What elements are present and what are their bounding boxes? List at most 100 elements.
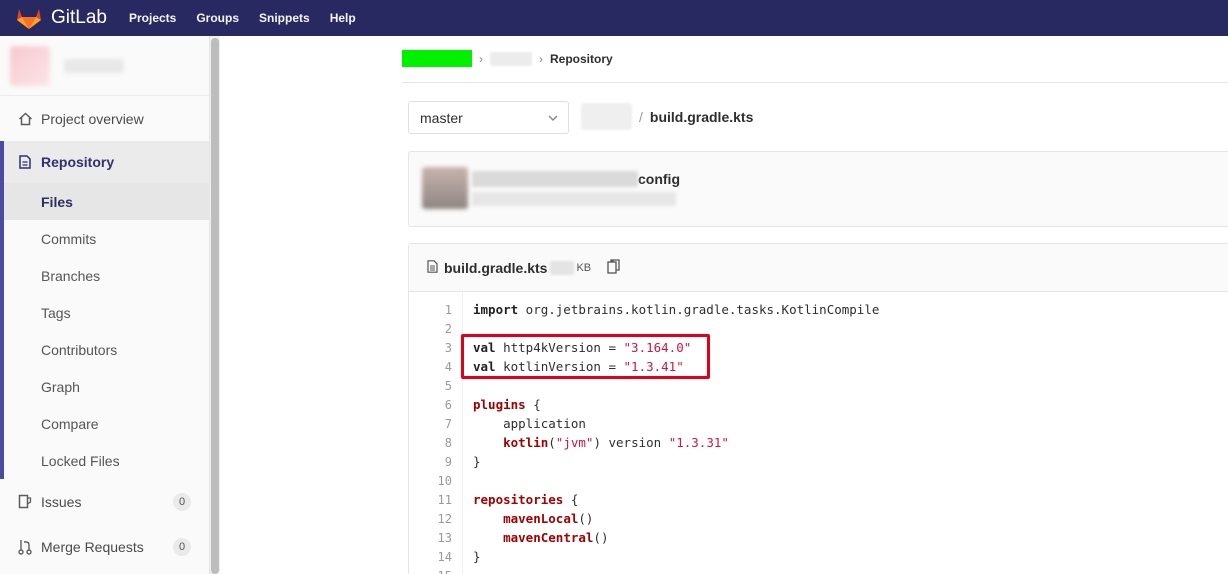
line-number[interactable]: 1 (409, 303, 452, 317)
nav-help[interactable]: Help (330, 11, 356, 25)
scrollbar-thumb[interactable] (211, 38, 219, 574)
line-number[interactable]: 9 (409, 455, 452, 469)
sidebar-item-project-overview[interactable]: Project overview (0, 96, 209, 141)
path-root-redacted[interactable] (581, 103, 632, 130)
line-number[interactable]: 2 (409, 322, 452, 336)
sidebar-subitem-locked-files[interactable]: Locked Files (4, 442, 209, 479)
chevron-down-icon (548, 113, 558, 124)
project-header[interactable] (0, 36, 209, 96)
path-file-name[interactable]: build.gradle.kts (650, 109, 753, 125)
commit-meta-redacted (472, 192, 676, 206)
code-token: application (473, 416, 586, 431)
chevron-right-icon: › (479, 51, 483, 66)
code-token: "jvm" (555, 435, 594, 450)
path-separator: / (639, 108, 643, 125)
code-token: () (578, 511, 594, 526)
line-number[interactable]: 13 (409, 531, 452, 545)
commit-title-row: config (472, 171, 680, 187)
code-token: mavenCentral (503, 530, 594, 545)
code-text: mavenCentral() (452, 530, 608, 545)
sidebar: Project overview Repository Files Commit… (0, 36, 210, 574)
copy-icon[interactable] (607, 258, 620, 277)
line-number[interactable]: 11 (409, 493, 452, 507)
merge-request-icon (17, 539, 33, 555)
line-number[interactable]: 7 (409, 417, 452, 431)
commit-title-redacted (472, 171, 638, 187)
code-token: mavenLocal (503, 511, 579, 526)
code-line: 11 repositories { (409, 490, 1228, 509)
code-text: repositories { (452, 492, 578, 507)
chevron-right-icon: › (539, 51, 543, 66)
merge-requests-count-badge: 0 (173, 537, 191, 556)
code-token: plugins (473, 397, 526, 412)
code-token: { (563, 492, 579, 507)
line-number[interactable]: 6 (409, 398, 452, 412)
sidebar-subitem-files[interactable]: Files (4, 183, 209, 220)
line-number[interactable]: 15 (409, 569, 452, 574)
branch-dropdown[interactable]: master (408, 101, 569, 134)
code-line: 14} (409, 547, 1228, 566)
sidebar-scrollbar[interactable] (210, 36, 220, 574)
document-icon (17, 154, 33, 170)
breadcrumb-divider (402, 82, 1228, 83)
code-line: 8 kotlin("jvm") version "1.3.31" (409, 433, 1228, 452)
sidebar-item-merge-requests[interactable]: Merge Requests 0 (0, 524, 209, 569)
nav-groups[interactable]: Groups (196, 11, 239, 25)
file-icon (427, 259, 438, 276)
sidebar-subitem-contributors[interactable]: Contributors (4, 331, 209, 368)
sidebar-subitem-compare[interactable]: Compare (4, 405, 209, 442)
sidebar-item-label: Merge Requests (41, 538, 144, 555)
line-number[interactable]: 4 (409, 360, 452, 374)
repository-submenu: Files Commits Branches Tags Contributors… (0, 183, 209, 479)
sidebar-subitem-branches[interactable]: Branches (4, 257, 209, 294)
project-avatar (10, 45, 50, 86)
gitlab-logo-icon (17, 9, 41, 29)
code-line: 6 plugins { (409, 395, 1228, 414)
project-name-redacted (64, 58, 124, 73)
code-token: { (525, 397, 541, 412)
breadcrumb-project-redacted[interactable] (490, 51, 532, 66)
nav-links: Projects Groups Snippets Help (129, 11, 376, 25)
commit-author-avatar[interactable] (422, 167, 468, 209)
code-text: kotlin("jvm") version "1.3.31" (452, 435, 729, 450)
annotation-highlight-box (461, 334, 710, 379)
breadcrumb-current[interactable]: Repository (550, 52, 613, 66)
sidebar-subitem-graph[interactable]: Graph (4, 368, 209, 405)
code-token: } (473, 549, 481, 564)
code-text: } (452, 549, 481, 564)
breadcrumb-group-redacted[interactable] (402, 50, 472, 67)
code-token: ) version (593, 435, 669, 450)
file-viewer: build.gradle.kts KB 1 import org.jetbrain… (408, 243, 1228, 574)
file-name: build.gradle.kts (444, 259, 548, 276)
code-line: 10 (409, 471, 1228, 490)
line-number[interactable]: 14 (409, 550, 452, 564)
code-token: } (473, 454, 481, 469)
code-text: import org.jetbrains.kotlin.gradle.tasks… (452, 302, 879, 317)
code-line: 12 mavenLocal() (409, 509, 1228, 528)
nav-projects[interactable]: Projects (129, 11, 176, 25)
code-token: import (473, 302, 519, 317)
line-number[interactable]: 3 (409, 341, 452, 355)
code-line: 9} (409, 452, 1228, 471)
code-line: 15 (409, 566, 1228, 574)
file-size-redacted (550, 260, 575, 275)
code-token: "1.3.31" (668, 435, 729, 450)
code-token: org.jetbrains.kotlin.gradle.tasks.Kotlin… (518, 302, 880, 317)
line-number[interactable]: 12 (409, 512, 452, 526)
line-number[interactable]: 8 (409, 436, 452, 450)
sidebar-subitem-commits[interactable]: Commits (4, 220, 209, 257)
line-number[interactable]: 5 (409, 379, 452, 393)
sidebar-item-repository[interactable]: Repository (0, 141, 209, 183)
gitlab-brand[interactable]: GitLab (16, 6, 107, 30)
code-line: 1 import org.jetbrains.kotlin.gradle.task… (409, 300, 1228, 319)
file-header: build.gradle.kts KB (409, 244, 1228, 292)
commit-title[interactable]: config (638, 171, 680, 187)
sidebar-subitem-tags[interactable]: Tags (4, 294, 209, 331)
line-number[interactable]: 10 (409, 474, 452, 488)
nav-snippets[interactable]: Snippets (259, 11, 310, 25)
sidebar-item-issues[interactable]: Issues 0 (0, 479, 209, 524)
brand-name: GitLab (51, 7, 107, 28)
top-navbar: GitLab Projects Groups Snippets Help (0, 0, 1228, 36)
